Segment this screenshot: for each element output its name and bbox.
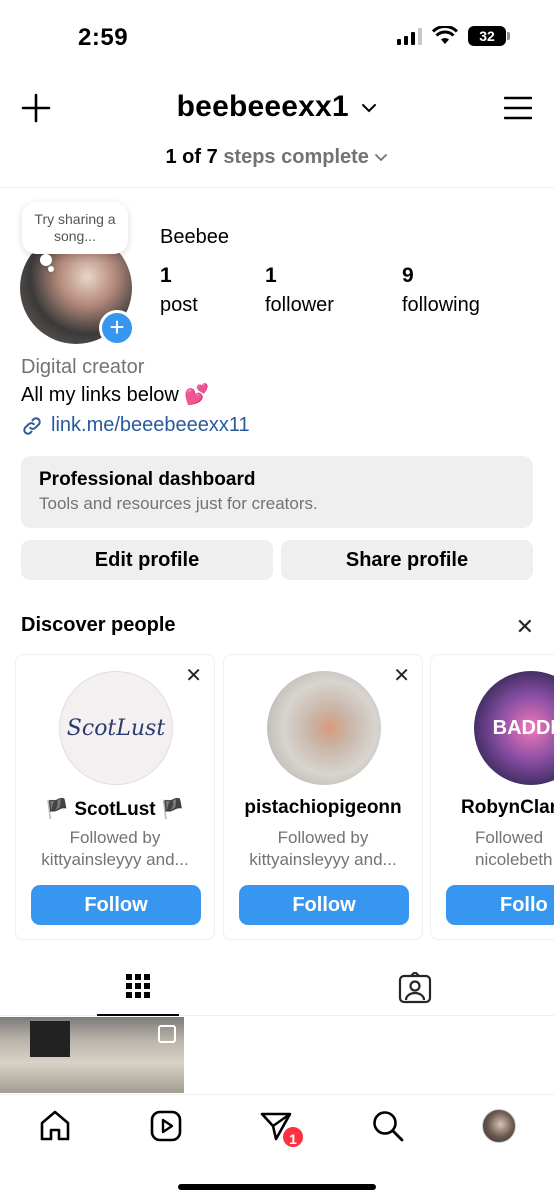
stat-label: post [160,294,198,316]
stat-number: 1 [265,264,277,287]
followed-by-names: kittyainsleyyy and... [41,850,189,869]
suggestion-name: RobynClar [461,797,554,818]
display-name: Beebee [160,226,229,248]
profile-bio: All my links below 💕 [21,384,210,406]
stat-number: 9 [402,264,414,287]
stat-followers[interactable]: 1 follower [265,264,334,317]
account-switcher[interactable]: beebeeexx1 [0,90,554,124]
close-icon[interactable]: ✕ [516,614,534,640]
professional-dashboard[interactable]: Professional dashboard Tools and resourc… [21,456,533,528]
followed-by-label: Followed by [277,828,369,847]
note-bubble[interactable]: Try sharing a song... [22,202,128,254]
edit-profile-button[interactable]: Edit profile [21,540,273,580]
followed-by-names: nicolebeth [475,850,553,869]
add-story-plus-icon[interactable]: + [99,310,135,346]
share-profile-button[interactable]: Share profile [281,540,533,580]
steps-count: 1 of 7 [165,146,218,168]
stat-label: follower [265,294,334,316]
status-bar: 2:59 32 [0,0,554,74]
profile-header: beebeeexx1 [0,80,554,140]
suggestion-avatar[interactable]: BADDIE [474,671,554,785]
grid-icon [126,974,150,998]
hamburger-menu-icon[interactable] [504,96,532,120]
stat-posts[interactable]: 1 post [160,264,198,317]
post-image-detail [30,1021,70,1057]
dashboard-title: Professional dashboard [39,469,256,490]
suggestion-name: 🏴 ScotLust 🏴 [45,799,185,820]
stat-label: following [402,294,480,316]
dismiss-icon[interactable]: ✕ [185,663,202,688]
suggestion-card[interactable]: BADDIE RobynClar Followed nicolebeth Fol… [430,654,554,940]
reels-icon[interactable] [149,1109,183,1143]
chevron-down-icon [362,104,377,113]
header-divider [0,187,554,188]
suggestion-avatar[interactable] [267,671,381,785]
search-icon[interactable] [371,1109,405,1143]
wifi-icon [432,26,458,44]
suggestion-name: pistachiopigeonn [244,797,402,818]
notification-badge: 1 [281,1125,305,1149]
stat-number: 1 [160,264,172,287]
note-bubble-tail-small [48,266,54,272]
status-icons: 32 [397,26,510,46]
suggestion-followed-by: Followed by kittyainsleyyy and... [16,827,214,871]
tab-posts-grid[interactable] [97,962,179,1016]
home-icon[interactable] [38,1109,72,1143]
home-indicator [178,1184,376,1190]
note-bubble-tail [40,254,52,266]
profile-tab-avatar[interactable] [482,1109,516,1143]
dismiss-icon[interactable]: ✕ [393,663,410,688]
post-thumbnail[interactable] [0,1017,184,1093]
steps-progress[interactable]: 1 of 7 steps complete [0,146,554,169]
link-icon [23,416,41,435]
followed-by-label: Followed by [69,828,161,847]
multi-post-icon [158,1025,176,1043]
stat-following[interactable]: 9 following [402,264,480,317]
dashboard-subtitle: Tools and resources just for creators. [39,494,318,513]
suggestion-avatar[interactable]: ScotLust [59,671,173,785]
profile-link[interactable]: link.me/beeebeeexx11 [21,414,250,437]
profile-category: Digital creator [21,356,145,378]
suggestion-followed-by: Followed by kittyainsleyyy and... [224,827,422,871]
follow-button[interactable]: Follow [239,885,409,925]
profile-link-text: link.me/beeebeeexx11 [51,414,250,436]
battery-icon: 32 [468,26,510,46]
follow-button[interactable]: Follo [446,885,554,925]
followed-by-names: kittyainsleyyy and... [249,850,397,869]
tagged-person-icon[interactable] [398,972,432,1004]
cellular-signal-icon [397,27,422,45]
profile-tabs [0,962,554,1016]
suggestion-card[interactable]: ✕ ScotLust 🏴 ScotLust 🏴 Followed by kitt… [15,654,215,940]
suggestion-followed-by: Followed nicolebeth [475,827,553,871]
follow-button[interactable]: Follow [31,885,201,925]
suggestion-card[interactable]: ✕ pistachiopigeonn Followed by kittyains… [223,654,423,940]
discover-title: Discover people [21,614,176,636]
chevron-down-icon [375,153,388,161]
username: beebeeexx1 [176,90,349,123]
steps-label: steps complete [223,146,369,168]
followed-by-label: Followed [475,828,544,847]
status-time: 2:59 [78,24,129,51]
